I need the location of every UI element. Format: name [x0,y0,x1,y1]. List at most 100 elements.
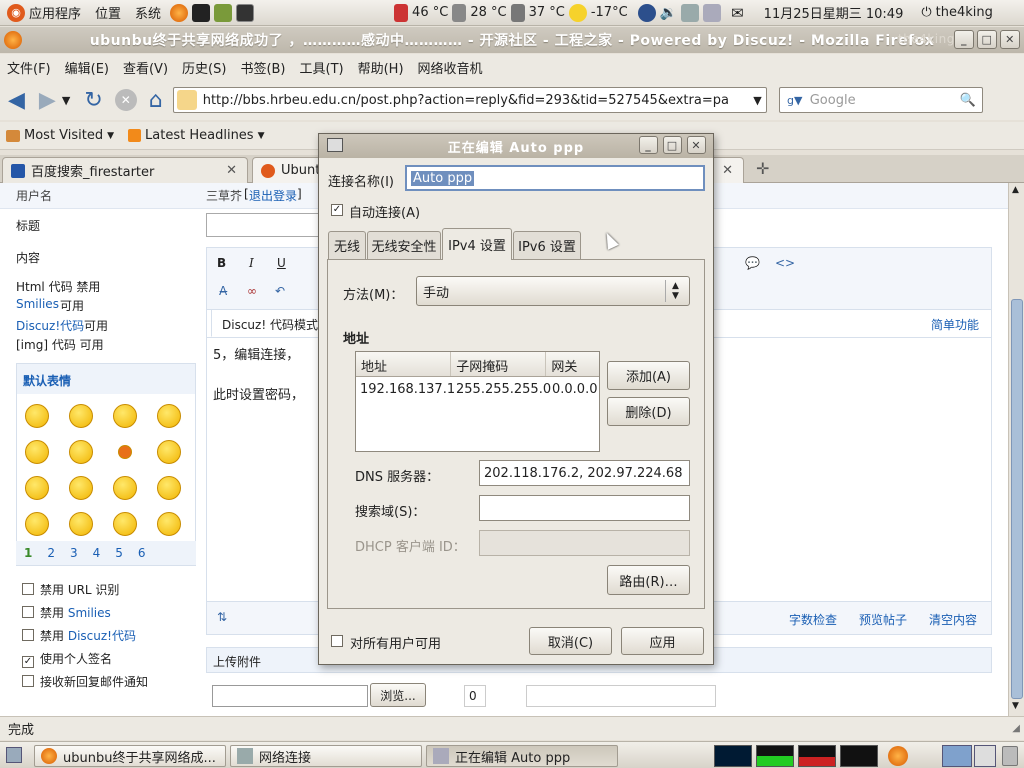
routes-button[interactable]: 路由(R)… [607,565,690,595]
col-address[interactable]: 地址 [356,352,452,376]
smilies-page-4[interactable]: 4 [93,546,101,560]
all-users-label[interactable]: 对所有用户可用 [350,633,441,652]
smiley-icon[interactable] [157,512,181,536]
google-engine-icon[interactable]: g▼ [780,94,810,107]
attach-count-input[interactable]: 0 [464,685,486,707]
apply-button[interactable]: 应用 [621,627,704,655]
attach-desc-input[interactable] [526,685,716,707]
new-tab-icon[interactable]: ✛ [756,159,769,178]
tab-baidu[interactable]: 百度搜索_firestarter ✕ [2,157,248,183]
connection-name-input[interactable]: Auto ppp [405,165,705,191]
disable-url-checkbox[interactable] [22,583,34,595]
dialog-titlebar[interactable]: 正在编辑 Auto ppp _ □ ✕ [319,134,713,158]
task-network-connections[interactable]: 网络连接 [230,745,422,767]
col-netmask[interactable]: 子网掩码 [451,352,547,376]
smiley-icon[interactable] [69,512,93,536]
app-launcher-icon[interactable] [192,3,211,22]
disable-discuz-checkbox[interactable] [22,629,34,641]
tab-wireless-security[interactable]: 无线安全性 [367,231,441,259]
maximize-button[interactable]: □ [977,30,997,49]
remove-format-icon[interactable]: A̶ [219,284,227,298]
task-edit-connection[interactable]: 正在编辑 Auto ppp [426,745,618,767]
auto-connect-label[interactable]: 自动连接(A) [349,202,420,221]
show-desktop-icon[interactable] [6,747,22,763]
smiley-icon[interactable] [118,445,132,459]
home-icon[interactable]: ⌂ [149,88,163,113]
smilies-link[interactable]: Smilies [16,297,59,311]
scroll-thumb[interactable] [1011,299,1023,699]
clear-content-link[interactable]: 清空内容 [929,611,977,628]
trash-icon[interactable] [1002,746,1018,766]
option-use-signature[interactable]: ✓ 使用个人签名 [22,648,148,671]
stop-icon[interactable]: ✕ [114,89,137,111]
dns-input[interactable]: 202.118.176.2, 202.97.224.68 [479,460,690,486]
forward-icon[interactable]: ▶ [39,88,56,113]
tab-close-icon[interactable]: ✕ [722,163,733,178]
smilies-page-6[interactable]: 6 [138,546,146,560]
firefox-launcher-icon[interactable] [170,3,189,22]
smiley-icon[interactable] [113,512,137,536]
vertical-scrollbar[interactable]: ▲ ▼ [1008,183,1024,716]
system-menu[interactable]: 系统 [128,3,168,22]
network-icon[interactable] [681,3,700,22]
clock[interactable]: 11月25日星期三 10:49 [764,3,904,22]
workspace-1[interactable] [942,745,972,767]
smilies-page-2[interactable]: 2 [47,546,55,560]
table-row[interactable]: 192.168.137.1 255.255.255.0 0.0.0.0 [356,377,599,401]
undo-icon[interactable]: ↶ [275,284,285,298]
email-notify-checkbox[interactable] [22,675,34,687]
spell-check-link[interactable]: 字数检查 [789,611,837,628]
menu-view[interactable]: 查看(V) [116,58,175,77]
window-titlebar[interactable]: ubunbu终于共享网络成功了 ，…………感动中………… - 开源社区 - 工程… [0,27,1024,53]
all-users-checkbox[interactable] [331,635,343,647]
code-icon[interactable]: <> [775,256,795,270]
books-launcher-icon[interactable] [214,3,233,22]
use-signature-checkbox[interactable]: ✓ [22,656,34,668]
menu-radio[interactable]: 网络收音机 [411,58,490,77]
smilies-page-1[interactable]: 1 [24,546,32,560]
smiley-icon[interactable] [25,476,49,500]
menu-bookmarks[interactable]: 书签(B) [233,58,292,77]
workspace-2[interactable] [974,745,996,767]
firefox-tray-icon[interactable] [888,746,908,766]
resize-grip-icon[interactable]: ◢ [1012,723,1020,734]
history-dropdown-icon[interactable]: ▼ [62,94,70,107]
smiley-icon[interactable] [157,440,181,464]
tab-wireless[interactable]: 无线 [328,231,366,259]
comment-icon[interactable]: 💬 [745,256,760,270]
search-domain-input[interactable] [479,495,690,521]
scroll-down-icon[interactable]: ▼ [1012,701,1019,711]
menu-edit[interactable]: 编辑(E) [58,58,116,77]
dialog-menu-icon[interactable] [327,138,343,152]
link-icon[interactable]: ∞ [247,284,257,298]
subject-input[interactable] [206,213,326,237]
scroll-up-icon[interactable]: ▲ [1012,185,1019,195]
menu-history[interactable]: 历史(S) [175,58,233,77]
menu-tools[interactable]: 工具(T) [293,58,351,77]
cancel-button[interactable]: 取消(C) [529,627,612,655]
smiley-icon[interactable] [25,440,49,464]
task-firefox[interactable]: ubunbu终于共享网络成... [34,745,226,767]
underline-icon[interactable]: U [277,256,286,270]
url-dropdown-icon[interactable]: ▼ [753,94,761,107]
smiley-icon[interactable] [113,476,137,500]
smilies-page-3[interactable]: 3 [70,546,78,560]
reload-icon[interactable]: ↻ [84,88,102,113]
dialog-minimize-button[interactable]: _ [639,136,658,154]
smiley-icon[interactable] [25,404,49,428]
tab-ipv6-settings[interactable]: IPv6 设置 [513,231,581,259]
resize-icon[interactable]: ⇅ [217,610,227,624]
option-disable-url[interactable]: 禁用 URL 识别 [22,579,148,602]
notification-icon[interactable] [703,3,722,22]
col-gateway[interactable]: 网关 [546,352,599,376]
delete-button[interactable]: 删除(D) [607,397,690,426]
address-table[interactable]: 地址 子网掩码 网关 192.168.137.1 255.255.255.0 0… [355,351,600,452]
volume-icon[interactable]: 🔉 [660,5,677,21]
editor-mode-tab[interactable]: Discuz! 代码模式 [211,309,329,337]
terminal-launcher-icon[interactable] [236,3,255,22]
mail-icon[interactable]: ✉ [731,4,744,22]
browse-button[interactable]: 浏览... [370,683,426,707]
simple-function-link[interactable]: 简单功能 [931,316,979,333]
dialog-maximize-button[interactable]: □ [663,136,682,154]
minimize-button[interactable]: _ [954,30,974,49]
